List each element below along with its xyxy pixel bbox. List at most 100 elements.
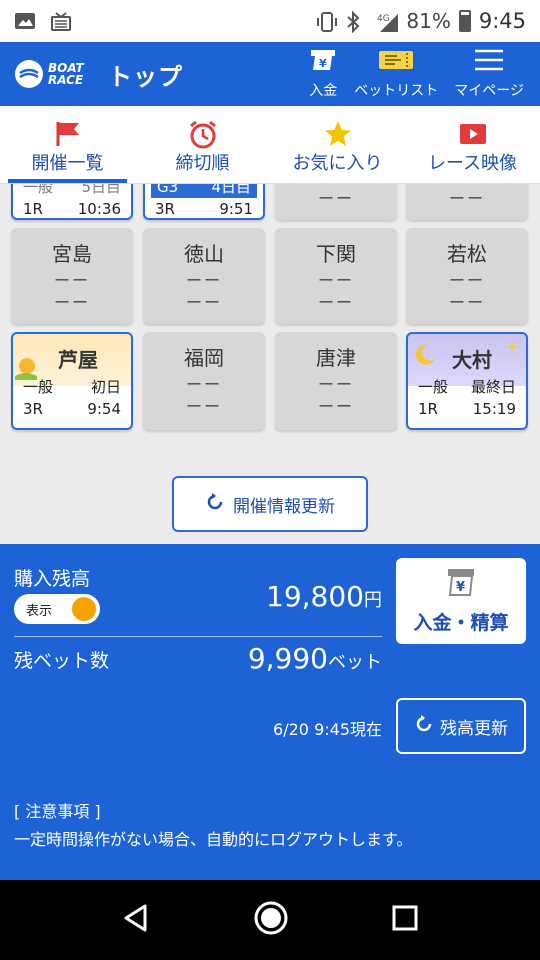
balance-unit: 円: [364, 590, 382, 611]
venue-time: 9:51: [219, 200, 253, 218]
venue-time: 10:36: [77, 200, 121, 218]
boat-race-logo[interactable]: BOAT RACE: [14, 54, 88, 94]
toggle-label: 表示: [26, 603, 53, 619]
status-bar: 4G 81% 9:45: [0, 0, 540, 42]
venue-status-placeholder: ーー: [448, 189, 485, 208]
venue-status-placeholder: ーー: [317, 397, 354, 416]
venue-race: 3R: [23, 400, 43, 418]
svg-text:¥: ¥: [456, 580, 465, 595]
flag-icon: [53, 119, 83, 149]
deposit-button[interactable]: ¥ 入金: [308, 42, 338, 106]
venue-status-placeholder: ーー: [185, 293, 222, 312]
tab-deadline-order[interactable]: 締切順: [135, 106, 270, 183]
back-icon[interactable]: [121, 903, 151, 937]
venue-card-omura[interactable]: 大村 一般 最終日 1R 15:19: [406, 332, 528, 430]
vibrate-icon: [316, 11, 338, 32]
cast-icon: [50, 11, 72, 31]
venue-race: 1R: [418, 400, 438, 418]
yen-ticket-icon: ¥: [443, 567, 479, 602]
balance-label: 購入残高: [14, 568, 91, 590]
divider: [14, 636, 382, 637]
refresh-icon: [414, 714, 434, 739]
logo-text-race: RACE: [48, 73, 84, 87]
venue-day: 最終日: [470, 378, 516, 396]
venue-status-placeholder: ーー: [317, 293, 354, 312]
tab-race-video[interactable]: レース映像: [405, 106, 540, 183]
venue-name: 宮島: [52, 242, 92, 266]
night-moon-icon: [412, 342, 438, 372]
system-nav-bar: [0, 880, 540, 960]
home-icon[interactable]: [253, 900, 289, 940]
bets-unit: ベット: [328, 652, 382, 673]
venue-day: 5日目: [81, 184, 121, 196]
notice-title: [ 注意事項 ]: [14, 802, 101, 821]
mypage-label: マイページ: [454, 83, 524, 99]
deposit-label: 入金: [309, 83, 338, 99]
refresh-schedule-button[interactable]: 開催情報更新: [172, 476, 368, 532]
battery-icon: [458, 10, 471, 32]
venue-status-placeholder: ーー: [448, 271, 485, 290]
refresh-icon: [205, 492, 225, 517]
venue-card-ashiya[interactable]: 芦屋 一般 初日 3R 9:54: [11, 332, 133, 430]
venue-day: 4日目: [211, 184, 251, 196]
yen-ticket-icon: ¥: [308, 48, 338, 76]
betlist-button[interactable]: ベットリスト: [354, 42, 438, 106]
venue-status-placeholder: ーー: [53, 293, 90, 312]
venue-card-karatsu[interactable]: 唐津 ーー ーー: [275, 332, 397, 430]
venue-status-placeholder: ーー: [185, 397, 222, 416]
stars-icon: [502, 338, 522, 362]
refresh-schedule-label: 開催情報更新: [233, 496, 335, 517]
tab-label: 締切順: [175, 153, 230, 174]
mypage-button[interactable]: マイページ: [454, 42, 524, 106]
toggle-knob: [72, 597, 96, 621]
ticket-list-icon: [377, 48, 415, 76]
tab-schedule-list[interactable]: 開催一覧: [0, 106, 135, 183]
page-title: トップ: [108, 62, 183, 91]
bets-value: 9,990: [247, 642, 328, 675]
video-play-icon: [458, 119, 488, 149]
tab-favorites[interactable]: お気に入り: [270, 106, 405, 183]
venue-race: 1R: [23, 200, 43, 218]
betlist-label: ベットリスト: [354, 83, 439, 99]
balance-value: 19,800: [266, 580, 364, 613]
battery-percent: 81%: [406, 9, 451, 33]
refresh-balance-button[interactable]: 残高更新: [396, 698, 526, 754]
venue-card-row0-4[interactable]: ーー: [406, 184, 528, 220]
venue-card-shimonoseki[interactable]: 下関 ーー ーー: [275, 228, 397, 324]
remaining-bets-amount: 9,990ベット: [248, 642, 382, 675]
venue-card-tokuyama[interactable]: 徳山 ーー ーー: [143, 228, 265, 324]
recents-icon[interactable]: [391, 904, 419, 936]
balance-panel: 購入残高 表示 19,800円 残ベット数 9,990ベット ¥ 入金・精算 6…: [0, 544, 540, 880]
venue-status-placeholder: ーー: [53, 271, 90, 290]
notice-body: 一定時間操作がない場合、自動的にログアウトします。: [14, 830, 413, 849]
svg-text:4G: 4G: [377, 14, 390, 24]
venue-card-wakamatsu[interactable]: 若松 ーー ーー: [406, 228, 528, 324]
alarm-clock-icon: [188, 119, 218, 149]
signal-icon: 4G: [376, 11, 399, 32]
balance-amount: 19,800円: [266, 580, 382, 613]
tab-label: お気に入り: [292, 153, 383, 174]
remaining-bets-label: 残ベット数: [14, 650, 110, 672]
deposit-settle-button[interactable]: ¥ 入金・精算: [396, 558, 526, 644]
app-bar: BOAT RACE トップ ¥ 入金 ベットリスト マイページ: [0, 42, 540, 106]
star-icon: [323, 119, 353, 149]
venue-status-placeholder: ーー: [317, 189, 354, 208]
refresh-balance-label: 残高更新: [440, 718, 508, 739]
morning-sun-icon: [15, 350, 45, 384]
venue-card-row0-1[interactable]: 一般 5日目 1R 10:36: [11, 184, 133, 220]
venue-day: 初日: [90, 378, 121, 396]
venue-status-placeholder: ーー: [317, 375, 354, 394]
clock: 9:45: [478, 9, 526, 33]
boat-race-logo-mark: [15, 60, 43, 88]
venue-status-placeholder: ーー: [185, 271, 222, 290]
venue-card-miyajima[interactable]: 宮島 ーー ーー: [11, 228, 133, 324]
venue-grade: 一般: [23, 184, 54, 196]
venue-time: 15:19: [472, 400, 516, 418]
balance-visibility-toggle[interactable]: 表示: [14, 594, 100, 624]
venue-card-row0-2[interactable]: G3 4日目 3R 9:51: [143, 184, 265, 220]
svg-text:¥: ¥: [319, 57, 327, 70]
venue-card-fukuoka[interactable]: 福岡 ーー ーー: [143, 332, 265, 430]
venue-status-placeholder: ーー: [317, 271, 354, 290]
tab-bar: 開催一覧 締切順 お気に入り レース映像: [0, 106, 540, 184]
venue-card-row0-3[interactable]: ーー: [275, 184, 397, 220]
